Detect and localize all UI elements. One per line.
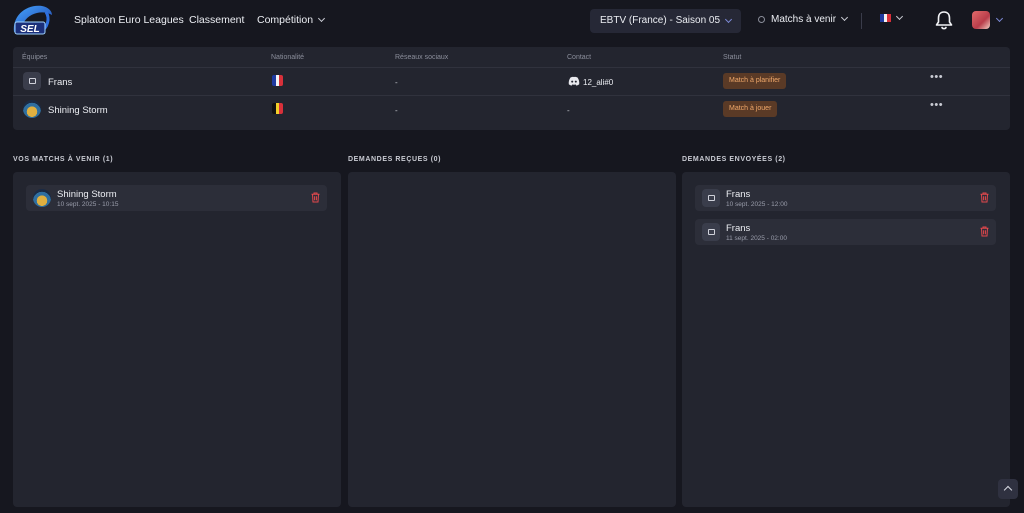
team-logo [33,189,51,207]
match-date: 10 sept. 2025 - 10:15 [57,201,119,208]
chevron-down-icon [995,14,1004,22]
avatar [972,11,990,29]
status-badge: Match à planifier [723,73,787,89]
list-item[interactable]: Shining Storm 10 sept. 2025 - 10:15 [26,185,327,211]
team-placeholder-icon [23,72,41,90]
nav-link-home[interactable]: Splatoon Euro Leagues [74,14,184,26]
flag-france-icon [272,75,283,86]
list-item[interactable]: Frans 10 sept. 2025 - 12:00 [695,185,996,211]
flag-france-icon [880,14,892,22]
scroll-to-top-button[interactable] [998,479,1018,499]
column-header-nationality: Nationalité [271,54,305,61]
team-name[interactable]: Frans [48,77,72,88]
request-team-name: Frans [726,223,751,234]
nav-link-competition-label: Compétition [257,14,314,26]
status-badge: Match à jouer [723,101,778,117]
clock-icon [758,16,765,23]
list-item[interactable]: Frans 11 sept. 2025 - 02:00 [695,219,996,245]
trash-icon[interactable] [980,192,989,203]
request-date: 11 sept. 2025 - 02:00 [726,235,787,242]
trash-icon[interactable] [311,192,320,203]
chevron-down-icon [895,12,904,20]
social-links: - [395,78,398,87]
received-requests-panel [348,172,676,507]
chevron-down-icon [724,15,733,24]
column-header-social: Réseaux sociaux [395,54,449,61]
sent-requests-title: DEMANDES ENVOYÉES (2) [682,156,786,163]
received-requests-title: DEMANDES REÇUES (0) [348,156,442,163]
column-header-teams: Équipes [22,54,48,61]
trash-icon[interactable] [980,226,989,237]
contact-discord: 12_ali#0 [583,78,614,87]
column-header-contact: Contact [567,54,592,61]
team-logo [23,100,41,118]
request-date: 10 sept. 2025 - 12:00 [726,201,788,208]
sel-logo-icon[interactable]: SEL [8,2,54,38]
more-options-icon[interactable]: ••• [930,71,943,83]
season-select[interactable]: EBTV (France) - Saison 05 [590,9,741,33]
teams-table: Équipes Nationalité Réseaux sociaux Cont… [13,47,1010,130]
language-select[interactable] [880,12,904,22]
user-menu[interactable] [972,11,1004,29]
team-name[interactable]: Shining Storm [48,105,108,116]
contact-value: - [567,106,570,115]
chevron-down-icon [317,14,326,23]
upcoming-matches-title: VOS MATCHS À VENIR (1) [13,156,114,163]
nav-link-competition[interactable]: Compétition [257,14,326,26]
more-options-icon[interactable]: ••• [930,99,943,111]
chevron-down-icon [840,13,849,22]
table-row: Shining Storm - - Match à jouer ••• [13,95,1010,123]
match-team-name: Shining Storm [57,189,117,200]
sent-requests-panel: Frans 10 sept. 2025 - 12:00 Frans 11 sep… [682,172,1010,507]
nav-divider [861,13,862,29]
column-header-status: Statut [723,54,742,61]
matches-filter-label: Matchs à venir [771,14,837,25]
top-navigation: SEL Splatoon Euro Leagues Classement Com… [0,0,1024,42]
brand-logo-text: SEL [20,24,39,35]
flag-belgium-icon [272,103,283,114]
table-row: Frans - 12_ali#0 Match à planifier ••• [13,67,1010,95]
request-team-name: Frans [726,189,751,200]
season-select-value: EBTV (France) - Saison 05 [600,15,721,26]
notifications-bell-icon[interactable] [934,9,954,31]
team-placeholder-icon [702,223,720,241]
discord-icon [568,76,580,86]
upcoming-matches-panel: Shining Storm 10 sept. 2025 - 10:15 [13,172,341,507]
nav-link-classement[interactable]: Classement [189,14,244,26]
matches-filter[interactable]: Matchs à venir [758,13,849,25]
team-placeholder-icon [702,189,720,207]
social-links: - [395,106,398,115]
